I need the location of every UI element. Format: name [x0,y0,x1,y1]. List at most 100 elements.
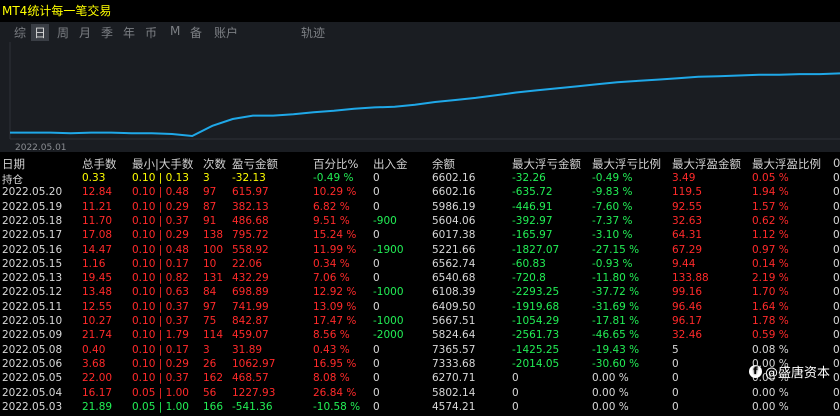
table-header: 日期 总手数 最小|大手数 次数 盈亏金额 百分比% 出入金 余额 最大浮亏金额 最大浮亏比例 最大… [0,156,840,171]
tab-6[interactable]: 币 [145,24,157,41]
trade-table: 日期 总手数 最小|大手数 次数 盈亏金额 百分比% 出入金 余额 最大浮亏金额 最大浮亏比例 最大… [0,152,840,413]
table-cell: -32.13 [232,172,266,184]
table-row[interactable]: 2022.05.05 22.00 0.10 | 0.37 162 468.57 8.08 … [0,372,840,387]
app-title: MT4统计每一笔交易 [2,4,112,18]
table-cell: 2022.05.08 [2,343,63,356]
table-cell: 22.06 [232,257,263,270]
column-header[interactable]: 盈亏金额 [232,156,278,172]
tab-9[interactable]: 账户 [214,24,238,41]
table-cell: 0 [833,214,840,227]
table-row[interactable]: 2022.05.13 19.45 0.10 | 0.82 131 432.29 7.06 … [0,272,840,287]
table-cell: 0 [833,286,840,299]
table-row[interactable]: 2022.05.11 12.55 0.10 | 0.37 97 741.99 13.09 … [0,301,840,316]
table-cell: -2000 [373,329,404,342]
table-cell: 10.27 [82,315,113,327]
table-row[interactable]: 持仓 0.33 0.10 | 0.13 3 -32.13 -0.49 % 0 6602.16 -… [0,172,840,187]
table-cell: -2014.05 [512,357,560,370]
tab-4[interactable]: 季 [101,24,113,41]
table-row[interactable]: 2022.05.08 0.40 0.10 | 0.17 3 31.89 0.43 % 0 73… [0,344,840,359]
table-row[interactable]: 2022.05.06 3.68 0.10 | 0.29 26 1062.97 16.95 … [0,358,840,373]
table-cell: 31.89 [232,343,263,356]
table-cell: 795.72 [232,229,269,242]
table-cell: 6602.16 [432,186,476,199]
table-cell: 87 [203,200,217,213]
table-cell: 1062.97 [232,357,276,370]
column-header[interactable]: 出入金 [373,156,408,172]
table-cell: 0 [373,386,380,399]
table-cell: 8.08 % [313,372,350,385]
table-cell: 2022.05.18 [2,214,63,227]
table-row[interactable]: 2022.05.17 17.08 0.10 | 0.29 138 795.72 15.24… [0,229,840,244]
table-row[interactable]: 2022.05.04 16.17 0.05 | 1.00 56 1227.93 26.84… [0,387,840,402]
column-header[interactable]: 百分比% [313,156,358,172]
tab-3[interactable]: 月 [79,24,91,41]
table-cell: 2022.05.09 [2,329,63,342]
table-cell: 0.43 % [313,343,350,356]
table-cell: 0 [833,243,840,256]
table-cell: 162 [203,372,224,385]
table-row[interactable]: 2022.05.19 11.21 0.10 | 0.29 87 382.13 6.82 %… [0,201,840,216]
column-header[interactable]: 最大浮亏比例 [592,156,661,172]
table-cell: -0.49 % [313,172,354,184]
table-cell: 0 [833,257,840,270]
table-cell: 1.57 % [752,200,789,213]
table-cell: 615.97 [232,186,269,199]
table-cell: 0 [833,272,840,285]
tab-2[interactable]: 周 [57,24,69,41]
table-cell: 0 [373,343,380,356]
table-row[interactable]: 2022.05.15 1.16 0.10 | 0.17 10 22.06 0.34 % 0 6… [0,258,840,273]
column-header[interactable]: 余额 [432,156,455,172]
table-cell: 16.17 [82,386,113,399]
table-row[interactable]: 2022.05.18 11.70 0.10 | 0.37 91 486.68 9.51 %… [0,215,840,230]
column-header[interactable]: 次数 [203,156,226,172]
table-cell: 2022.05.20 [2,186,63,199]
table-cell: 97 [203,186,217,199]
table-cell: 56 [203,386,217,399]
tab-7[interactable]: M [170,24,180,38]
table-row[interactable]: 2022.05.20 12.84 0.10 | 0.48 97 615.97 10.29 … [0,186,840,201]
table-cell: 0.00 % [752,386,789,399]
table-row[interactable]: 2022.05.12 13.48 0.10 | 0.63 84 698.89 12.92 … [0,286,840,301]
column-header[interactable]: 日期 [2,156,25,172]
column-header[interactable]: 最小|大手数 [132,156,193,172]
table-cell: 2022.05.17 [2,229,63,242]
table-cell: 91 [203,214,217,227]
tab-1[interactable]: 日 [31,24,50,41]
table-cell: 0.59 % [752,329,789,342]
tab-5[interactable]: 年 [123,24,135,41]
table-cell: 0 [833,357,840,370]
table-cell: -165.97 [512,229,553,242]
table-cell: 16.95 % [313,357,357,370]
table-row[interactable]: 2022.05.10 10.27 0.10 | 0.37 75 842.87 17.47 … [0,315,840,330]
tab-10[interactable]: 轨迹 [301,24,325,41]
table-cell: 11.70 [82,214,113,227]
table-cell: 13.48 [82,286,113,299]
tab-0[interactable]: 综 [14,24,26,41]
column-header[interactable]: 最大浮盈比例 [752,156,821,172]
table-row[interactable]: 2022.05.16 14.47 0.10 | 0.48 100 558.92 11.99… [0,244,840,259]
table-cell: 0.34 % [313,257,350,270]
table-row[interactable]: 2022.05.09 21.74 0.10 | 1.79 114 459.07 8.56 … [0,329,840,344]
table-cell: 13.09 % [313,300,357,313]
table-cell: -1900 [373,243,404,256]
table-cell: 0 [833,315,840,327]
table-cell: 12.92 % [313,286,357,299]
table-row[interactable]: 2022.05.03 21.89 0.05 | 1.00 166 -541.36 -10.… [0,401,840,416]
table-cell: 7333.68 [432,357,476,370]
table-cell: -1054.29 [512,315,560,327]
table-cell: 1.78 % [752,315,789,327]
table-cell: 741.99 [232,300,269,313]
column-header[interactable]: 总手数 [82,156,117,172]
table-cell: 0.10 | 0.48 [132,243,189,256]
table-cell: 2022.05.10 [2,315,63,327]
table-cell: -1425.25 [512,343,560,356]
table-cell: 2022.05.19 [2,200,63,213]
column-header[interactable]: 最大浮盈金额 [672,156,741,172]
table-cell: 0.97 % [752,243,789,256]
column-header[interactable]: 最大浮亏金额 [512,156,581,172]
tab-8[interactable]: 备 [190,24,202,41]
table-cell: 67.29 [672,243,703,256]
table-cell: 1.64 % [752,300,789,313]
table-cell: 97 [203,300,217,313]
column-header[interactable]: 0 [833,156,840,170]
